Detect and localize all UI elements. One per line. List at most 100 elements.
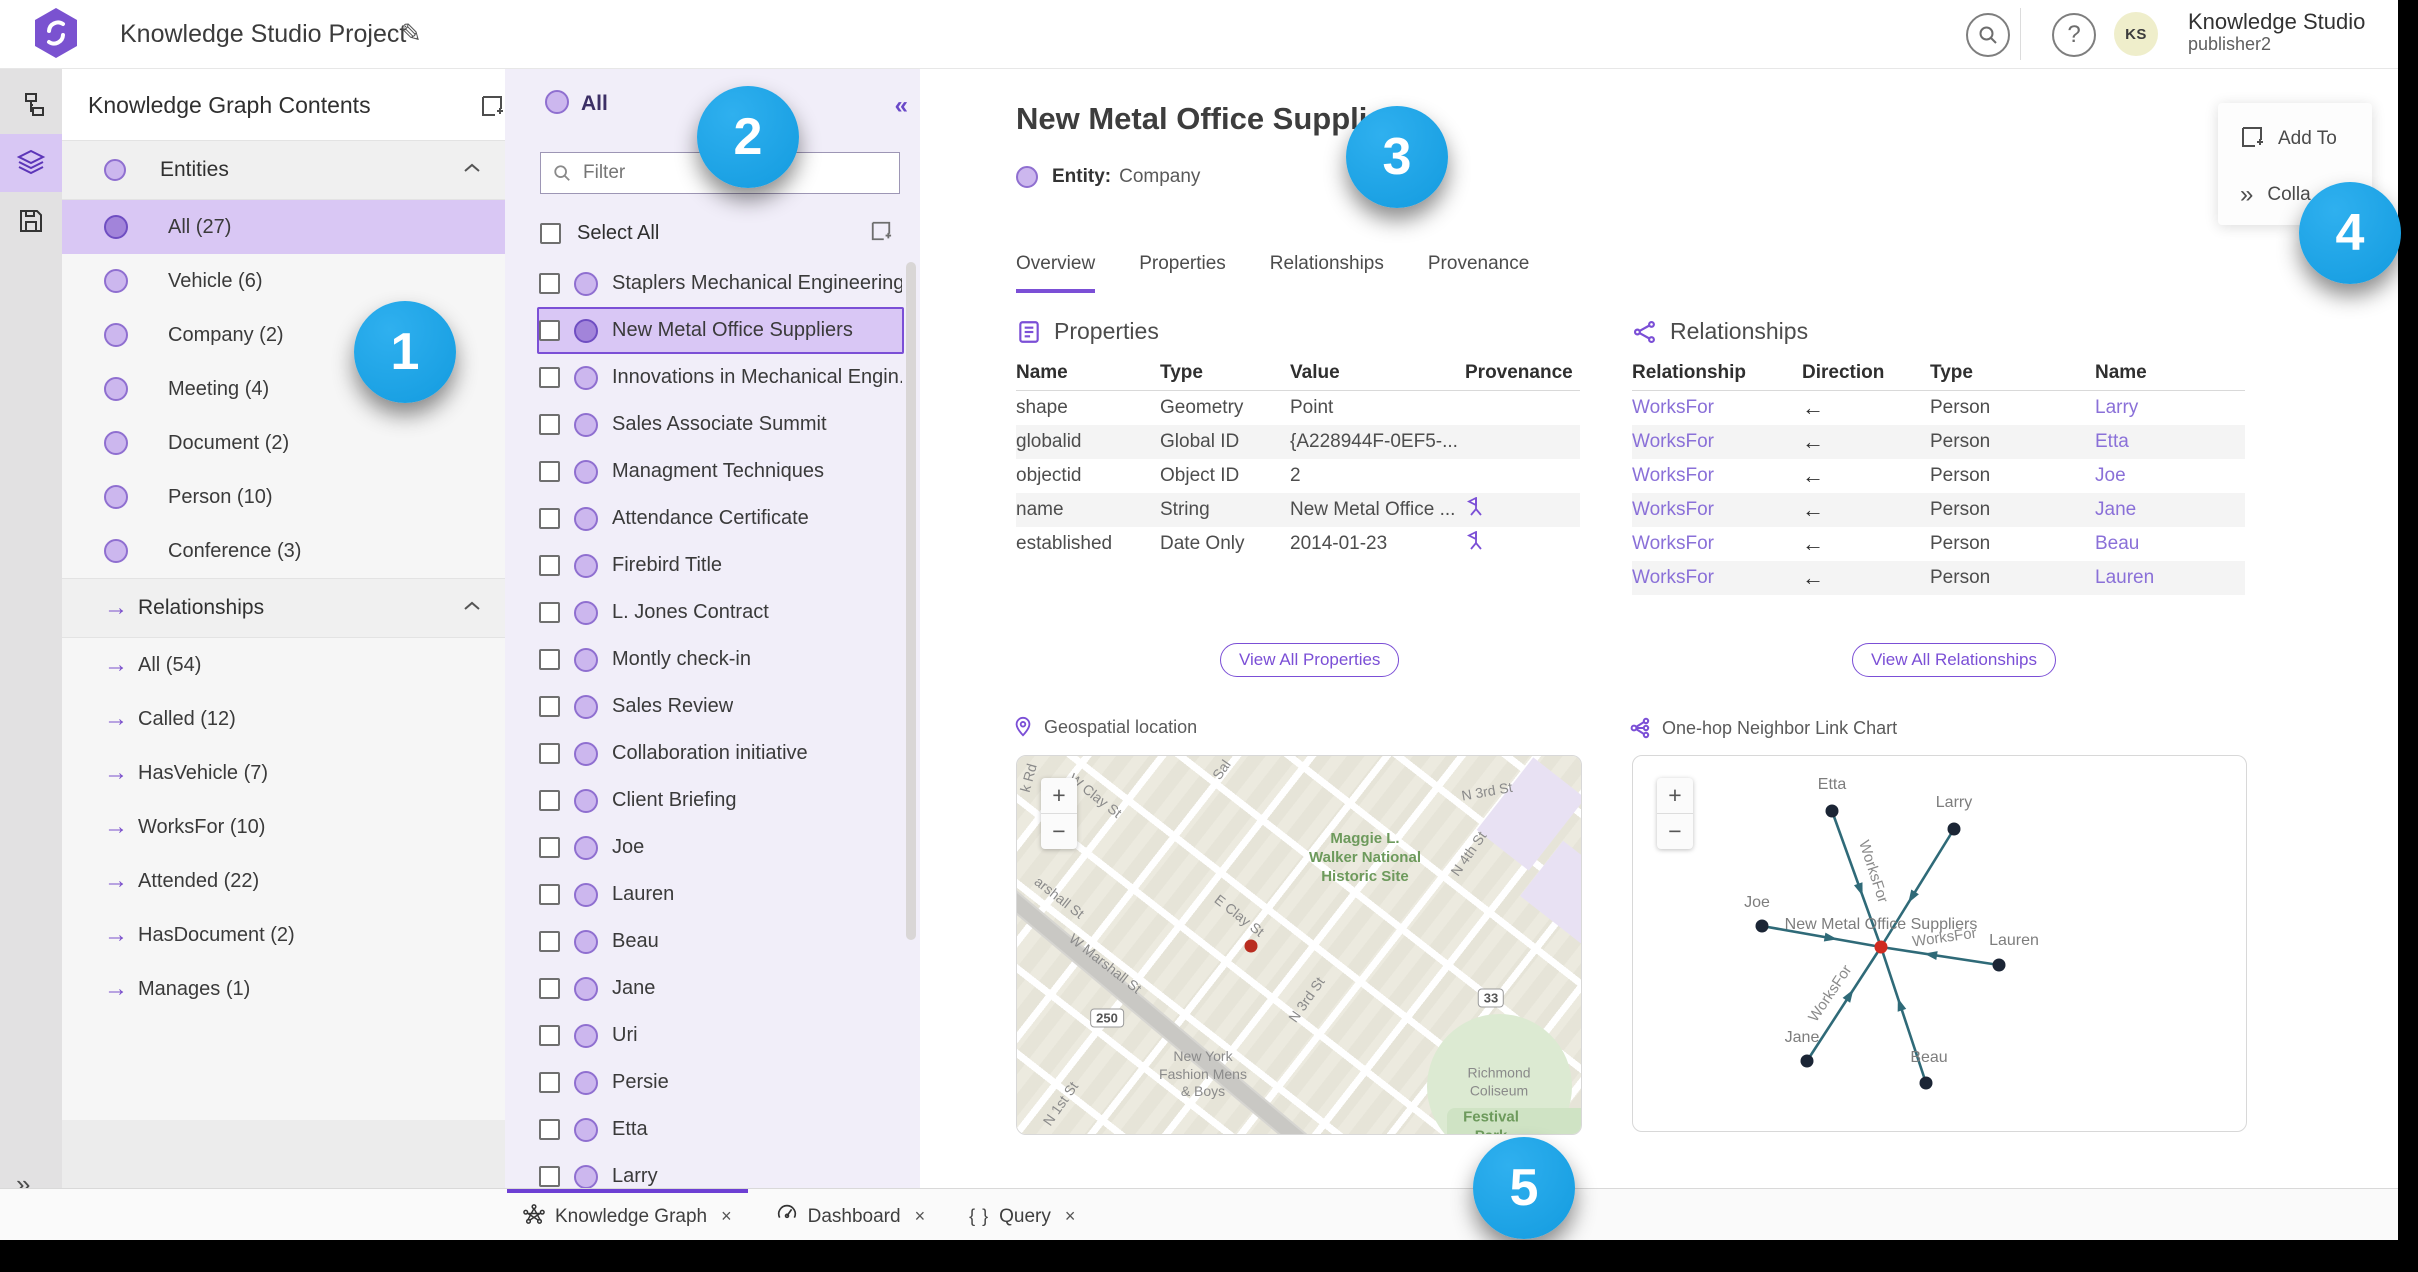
list-item[interactable]: Managment Techniques <box>537 448 904 495</box>
list-item[interactable]: Client Briefing <box>537 777 904 824</box>
list-item[interactable]: Sales Associate Summit <box>537 401 904 448</box>
table-row[interactable]: globalid Global ID {A228944F-0EF5-... <box>1016 425 1580 459</box>
related-entity-link[interactable]: Joe <box>2095 465 2245 487</box>
list-item[interactable]: Firebird Title <box>537 542 904 589</box>
list-item[interactable]: Lauren <box>537 871 904 918</box>
item-checkbox[interactable] <box>539 367 560 388</box>
item-checkbox[interactable] <box>539 508 560 529</box>
list-item[interactable]: Beau <box>537 918 904 965</box>
sidebar-item-relationship[interactable]: → Attended (22) <box>62 854 505 908</box>
table-row[interactable]: shape Geometry Point <box>1016 391 1580 425</box>
list-item[interactable]: Uri <box>537 1012 904 1059</box>
close-tab-icon[interactable]: × <box>1065 1206 1076 1227</box>
item-checkbox[interactable] <box>539 461 560 482</box>
list-item[interactable]: Collaboration initiative <box>537 730 904 777</box>
related-entity-link[interactable]: Larry <box>2095 397 2245 419</box>
table-row[interactable]: name String New Metal Office ... <box>1016 493 1580 527</box>
related-entity-link[interactable]: Beau <box>2095 533 2245 555</box>
list-item[interactable]: Joe <box>537 824 904 871</box>
zoom-out-button[interactable]: − <box>1041 813 1077 849</box>
edit-title-icon[interactable]: ✎ <box>400 18 422 49</box>
sidebar-item-relationship[interactable]: → Manages (1) <box>62 962 505 1016</box>
item-checkbox[interactable] <box>539 1119 560 1140</box>
item-checkbox[interactable] <box>539 931 560 952</box>
list-item[interactable]: Innovations in Mechanical Engin... <box>537 354 904 401</box>
sidebar-item-relationship[interactable]: → HasDocument (2) <box>62 908 505 962</box>
bottom-tab-knowledge-graph[interactable]: Knowledge Graph × <box>507 1189 748 1240</box>
table-row[interactable]: WorksFor ← Person Etta <box>1632 425 2245 459</box>
sidebar-item-entity[interactable]: Conference (3) <box>62 524 505 578</box>
item-checkbox[interactable] <box>539 602 560 623</box>
relationship-link[interactable]: WorksFor <box>1632 397 1802 419</box>
user-avatar[interactable]: KS <box>2114 12 2158 56</box>
select-all-row[interactable]: Select All <box>540 214 900 252</box>
view-all-properties-button[interactable]: View All Properties <box>1220 643 1400 677</box>
save-icon[interactable] <box>0 192 62 250</box>
list-item[interactable]: Attendance Certificate <box>537 495 904 542</box>
list-item[interactable]: Etta <box>537 1106 904 1153</box>
link-chart-node[interactable] <box>1992 958 2006 972</box>
add-page-icon[interactable] <box>870 220 892 247</box>
relationship-link[interactable]: WorksFor <box>1632 431 1802 453</box>
link-chart[interactable]: Etta Larry Joe Lauren Jane Beau New Metal Offi… <box>1632 755 2247 1132</box>
list-item[interactable]: Jane <box>537 965 904 1012</box>
relationship-link[interactable]: WorksFor <box>1632 499 1802 521</box>
layers-icon[interactable] <box>0 134 62 192</box>
list-scrollbar[interactable] <box>906 262 916 940</box>
sidebar-item-relationship[interactable]: → HasVehicle (7) <box>62 746 505 800</box>
tab-relationships[interactable]: Relationships <box>1270 253 1384 293</box>
table-row[interactable]: established Date Only 2014-01-23 <box>1016 527 1580 561</box>
list-item[interactable]: Staplers Mechanical Engineering <box>537 260 904 307</box>
item-checkbox[interactable] <box>539 837 560 858</box>
sidebar-item-entity[interactable]: Vehicle (6) <box>62 254 505 308</box>
view-all-relationships-button[interactable]: View All Relationships <box>1852 643 2056 677</box>
item-checkbox[interactable] <box>539 696 560 717</box>
bottom-tab-dashboard[interactable]: Dashboard × <box>760 1189 941 1240</box>
item-checkbox[interactable] <box>539 1072 560 1093</box>
item-checkbox[interactable] <box>539 790 560 811</box>
item-checkbox[interactable] <box>539 1025 560 1046</box>
add-to-button[interactable]: Add To <box>2218 117 2372 161</box>
sidebar-item-entity[interactable]: Document (2) <box>62 416 505 470</box>
search-button[interactable] <box>1966 13 2010 57</box>
list-item[interactable]: Montly check-in <box>537 636 904 683</box>
item-checkbox[interactable] <box>539 273 560 294</box>
close-tab-icon[interactable]: × <box>721 1206 732 1227</box>
link-chart-node[interactable] <box>1919 1076 1933 1090</box>
provenance-flag-icon[interactable] <box>1465 496 1580 523</box>
sidebar-item-relationship[interactable]: → All (54) <box>62 638 505 692</box>
relationship-link[interactable]: WorksFor <box>1632 567 1802 589</box>
item-checkbox[interactable] <box>539 414 560 435</box>
provenance-flag-icon[interactable] <box>1465 530 1580 557</box>
hierarchy-icon[interactable] <box>0 76 62 134</box>
sidebar-item-entity[interactable]: Person (10) <box>62 470 505 524</box>
relationship-link[interactable]: WorksFor <box>1632 533 1802 555</box>
sidebar-item-entity[interactable]: All (27) <box>62 200 505 254</box>
zoom-out-button[interactable]: − <box>1657 813 1693 849</box>
related-entity-link[interactable]: Jane <box>2095 499 2245 521</box>
link-chart-node[interactable] <box>1800 1054 1814 1068</box>
bottom-tab-query[interactable]: { } Query × <box>953 1189 1091 1240</box>
close-tab-icon[interactable]: × <box>915 1206 926 1227</box>
list-item[interactable]: L. Jones Contract <box>537 589 904 636</box>
add-page-icon[interactable] <box>480 94 504 123</box>
zoom-in-button[interactable]: + <box>1041 778 1077 813</box>
table-row[interactable]: WorksFor ← Person Jane <box>1632 493 2245 527</box>
collapse-chevron-icon[interactable] <box>463 161 481 179</box>
map-canvas[interactable]: k Rd W Clay St Sal N 3rd St arshall St W Mars… <box>1017 756 1581 1134</box>
item-checkbox[interactable] <box>539 555 560 576</box>
table-row[interactable]: objectid Object ID 2 <box>1016 459 1580 493</box>
help-button[interactable]: ? <box>2052 13 2096 57</box>
link-chart-node[interactable] <box>1755 919 1769 933</box>
link-chart-canvas[interactable]: EttaLarryJoeLaurenJaneBeauNew Metal Offi… <box>1633 756 2246 1131</box>
collapse-panel-icon[interactable]: « <box>895 92 908 120</box>
list-item[interactable]: New Metal Office Suppliers <box>537 307 904 354</box>
zoom-in-button[interactable]: + <box>1657 778 1693 813</box>
table-row[interactable]: WorksFor ← Person Beau <box>1632 527 2245 561</box>
collapse-chevron-icon[interactable] <box>463 599 481 617</box>
tab-provenance[interactable]: Provenance <box>1428 253 1529 293</box>
link-chart-center-node[interactable] <box>1874 940 1888 954</box>
relationship-link[interactable]: WorksFor <box>1632 465 1802 487</box>
table-row[interactable]: WorksFor ← Person Joe <box>1632 459 2245 493</box>
item-checkbox[interactable] <box>539 884 560 905</box>
